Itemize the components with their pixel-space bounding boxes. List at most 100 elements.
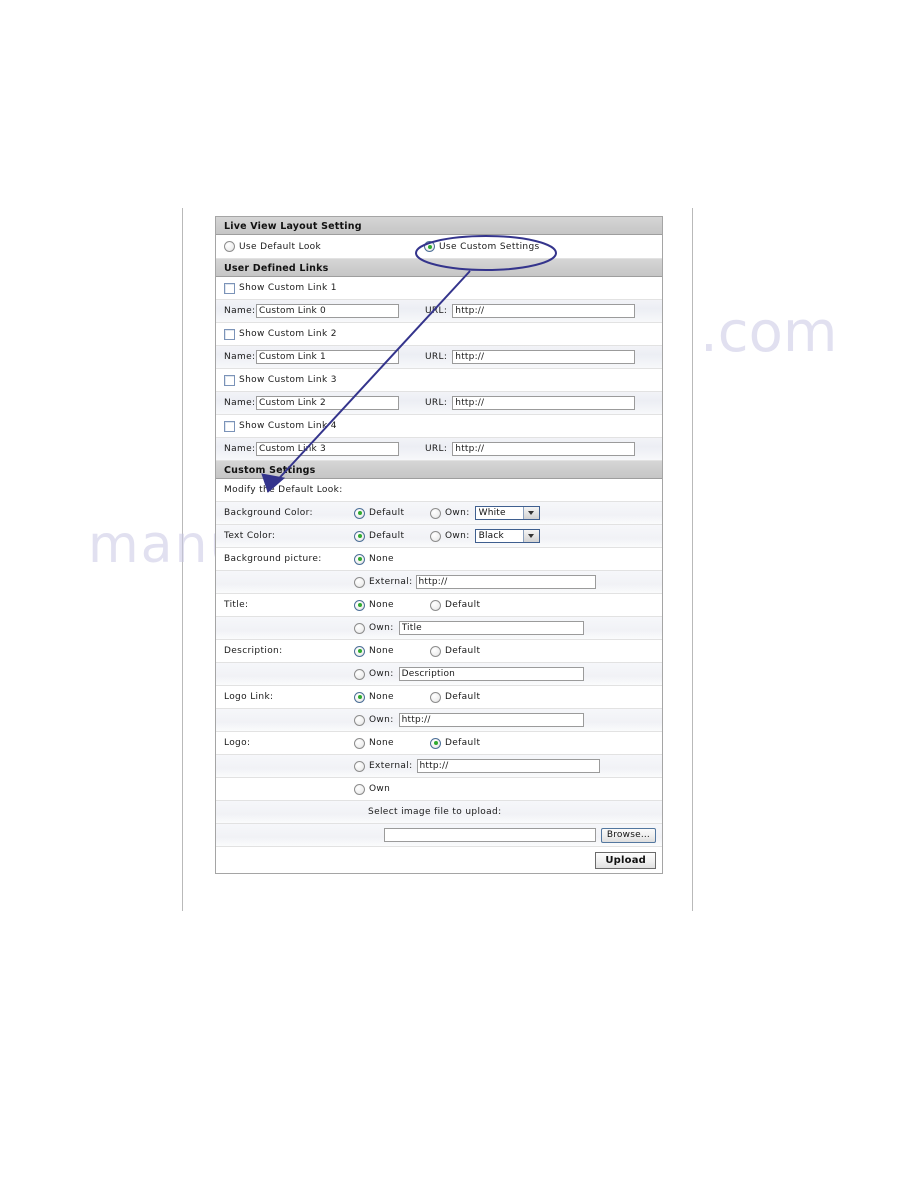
radio-circle-icon <box>354 576 365 588</box>
input-custom-link-name-3[interactable] <box>256 396 399 410</box>
radio-text-color-own[interactable]: Own: <box>430 530 475 542</box>
radio-label: Default <box>445 600 481 610</box>
radio-circle-icon <box>430 645 441 657</box>
input-logo-external[interactable] <box>416 759 600 773</box>
input-custom-link-name-4[interactable] <box>256 442 399 456</box>
input-background-picture-external[interactable] <box>415 575 596 589</box>
description-row: Description: None Default <box>216 640 662 663</box>
select-background-color[interactable]: White <box>474 506 540 520</box>
radio-title-none[interactable]: None <box>354 599 430 611</box>
background-color-row: Background Color: Default Own: White <box>216 502 662 525</box>
radio-use-custom-settings[interactable]: Use Custom Settings <box>424 241 540 252</box>
checkbox-show-custom-link-3[interactable] <box>224 374 235 386</box>
upload-action-row: Upload <box>216 847 662 873</box>
input-custom-link-name-2[interactable] <box>256 350 399 364</box>
input-logo-link-own[interactable] <box>398 713 584 727</box>
radio-circle-icon <box>354 760 365 772</box>
radio-circle-icon <box>430 599 441 611</box>
radio-logo-link-default[interactable]: Default <box>430 691 480 703</box>
radio-title-own[interactable]: Own: <box>354 622 399 634</box>
radio-label: Own: <box>445 531 470 541</box>
radio-circle-selected-icon <box>424 241 435 252</box>
radio-logo-external[interactable]: External: <box>354 760 417 772</box>
input-description-own[interactable] <box>398 667 584 681</box>
radio-circle-selected-icon <box>354 599 365 611</box>
radio-use-default-look[interactable]: Use Default Look <box>224 241 424 252</box>
checkbox-show-custom-link-1[interactable] <box>224 282 235 294</box>
custom-link-fields-row: Name: URL: <box>216 346 662 369</box>
radio-logo-none[interactable]: None <box>354 737 430 749</box>
input-custom-link-url-1[interactable] <box>452 304 636 318</box>
section-header-live-view: Live View Layout Setting <box>216 217 662 235</box>
logo-external-row: External: <box>216 755 662 778</box>
checkbox-label-show-custom-link-4: Show Custom Link 4 <box>239 421 337 431</box>
radio-circle-icon <box>224 241 235 252</box>
description-own-row: Own: <box>216 663 662 686</box>
layout-choice-row: Use Default Look Use Custom Settings <box>216 235 662 259</box>
radio-background-color-own[interactable]: Own: <box>430 507 475 519</box>
upload-button[interactable]: Upload <box>595 851 656 869</box>
input-custom-link-url-2[interactable] <box>452 350 636 364</box>
section-header-user-defined-links: User Defined Links <box>216 259 662 277</box>
label-background-picture: Background picture: <box>224 554 322 564</box>
radio-label: Own: <box>369 623 394 633</box>
radio-description-own[interactable]: Own: <box>354 668 399 680</box>
radio-circle-selected-icon <box>354 530 365 542</box>
checkbox-show-custom-link-2[interactable] <box>224 328 235 340</box>
radio-description-none[interactable]: None <box>354 645 430 657</box>
radio-circle-selected-icon <box>354 691 365 703</box>
label-logo-link: Logo Link: <box>224 692 274 702</box>
chevron-down-icon <box>522 530 539 542</box>
upload-note: Select image file to upload: <box>368 807 502 817</box>
custom-link-fields-row: Name: URL: <box>216 392 662 415</box>
label-url-2: URL: <box>425 352 448 362</box>
checkbox-show-custom-link-4[interactable] <box>224 420 235 432</box>
modify-default-look-note: Modify the Default Look: <box>224 485 343 495</box>
chevron-down-icon <box>522 507 539 519</box>
select-value-text-color: Black <box>478 531 504 541</box>
label-background-color: Background Color: <box>224 508 313 518</box>
radio-circle-icon <box>354 783 365 795</box>
checkbox-label-show-custom-link-3: Show Custom Link 3 <box>239 375 337 385</box>
radio-logo-link-none[interactable]: None <box>354 691 430 703</box>
radio-label: Default <box>369 531 405 541</box>
title-row: Title: None Default <box>216 594 662 617</box>
custom-link-toggle-row: Show Custom Link 3 <box>216 369 662 392</box>
radio-background-picture-none[interactable]: None <box>354 553 394 565</box>
radio-background-color-default[interactable]: Default <box>354 507 430 519</box>
radio-logo-default[interactable]: Default <box>430 737 481 749</box>
radio-description-default[interactable]: Default <box>430 645 480 657</box>
radio-circle-icon <box>354 668 365 680</box>
radio-background-picture-external[interactable]: External: <box>354 576 416 588</box>
radio-label: Default <box>445 738 481 748</box>
custom-link-toggle-row: Show Custom Link 4 <box>216 415 662 438</box>
modify-default-look-row: Modify the Default Look: <box>216 479 662 502</box>
checkbox-label-show-custom-link-2: Show Custom Link 2 <box>239 329 337 339</box>
radio-text-color-default[interactable]: Default <box>354 530 430 542</box>
input-custom-link-url-4[interactable] <box>452 442 636 456</box>
title-own-row: Own: <box>216 617 662 640</box>
background-picture-row: Background picture: None <box>216 548 662 571</box>
radio-label: None <box>369 738 394 748</box>
select-text-color[interactable]: Black <box>474 529 540 543</box>
checkbox-label-show-custom-link-1: Show Custom Link 1 <box>239 283 337 293</box>
radio-logo-own[interactable]: Own <box>354 783 391 795</box>
radio-label-default-look: Use Default Look <box>239 241 322 252</box>
radio-circle-selected-icon <box>354 645 365 657</box>
input-upload-file[interactable] <box>383 828 596 842</box>
upload-note-row: Select image file to upload: <box>216 801 662 824</box>
label-url-3: URL: <box>425 398 448 408</box>
label-text-color: Text Color: <box>224 531 276 541</box>
radio-logo-link-own[interactable]: Own: <box>354 714 399 726</box>
label-url-4: URL: <box>425 444 448 454</box>
input-title-own[interactable] <box>398 621 584 635</box>
input-custom-link-name-1[interactable] <box>256 304 399 318</box>
label-name-1: Name: <box>224 306 256 316</box>
radio-label: Own <box>369 784 391 794</box>
radio-title-default[interactable]: Default <box>430 599 481 611</box>
radio-label: Own: <box>369 715 394 725</box>
input-custom-link-url-3[interactable] <box>452 396 636 410</box>
radio-label: External: <box>369 577 413 587</box>
browse-button[interactable]: Browse... <box>600 827 656 843</box>
live-view-layout-panel: Live View Layout Setting Use Default Loo… <box>215 216 663 874</box>
